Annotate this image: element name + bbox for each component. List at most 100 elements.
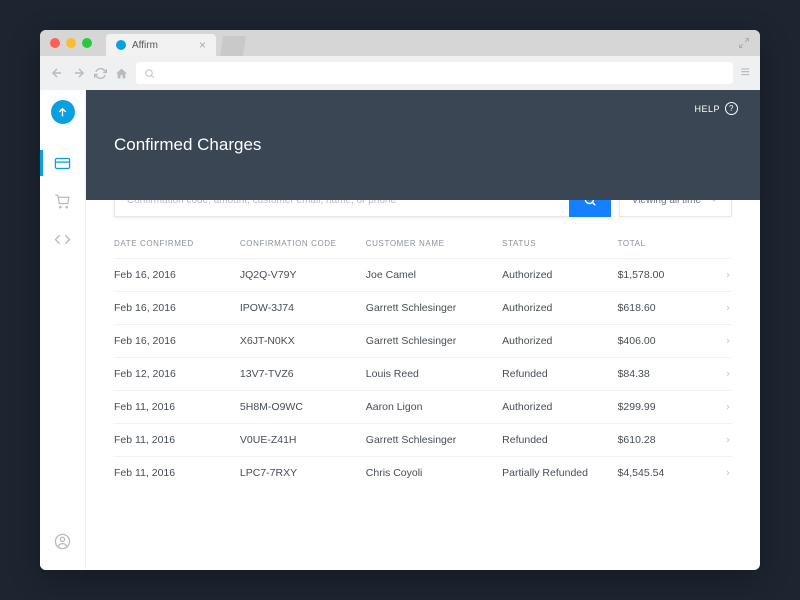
sidebar-item-account[interactable]	[40, 524, 85, 558]
cell-date: Feb 11, 2016	[114, 467, 240, 479]
cell-total: $610.28	[618, 434, 712, 446]
chevron-right-icon	[724, 370, 732, 378]
cell-date: Feb 11, 2016	[114, 434, 240, 446]
cell-status: Partially Refunded	[502, 467, 617, 479]
browser-toolbar: ≡	[40, 56, 760, 90]
tab-title: Affirm	[132, 40, 158, 51]
cell-date: Feb 11, 2016	[114, 401, 240, 413]
table-row[interactable]: Feb 11, 2016LPC7-7RXYChris CoyoliPartial…	[114, 456, 732, 489]
cell-date: Feb 12, 2016	[114, 368, 240, 380]
chevron-down-icon	[709, 200, 719, 205]
cell-total: $406.00	[618, 335, 712, 347]
cell-date: Feb 16, 2016	[114, 302, 240, 314]
controls-row: Viewing all time	[114, 200, 732, 217]
search-input[interactable]	[114, 200, 569, 217]
col-name: CUSTOMER NAME	[366, 239, 502, 248]
content: Viewing all time DATE CONFIRMED CONFIRMA…	[86, 200, 760, 570]
cell-total: $299.99	[618, 401, 712, 413]
chevron-right-icon	[724, 436, 732, 444]
cell-status: Authorized	[502, 302, 617, 314]
table-row[interactable]: Feb 16, 2016X6JT-N0KXGarrett Schlesinger…	[114, 324, 732, 357]
expand-icon[interactable]	[738, 37, 750, 49]
window-controls	[50, 38, 92, 48]
cell-status: Refunded	[502, 368, 617, 380]
search-button[interactable]	[569, 200, 611, 217]
table-row[interactable]: Feb 11, 20165H8M-O9WCAaron LigonAuthoriz…	[114, 390, 732, 423]
cell-code: X6JT-N0KX	[240, 335, 366, 347]
new-tab-button[interactable]	[220, 36, 246, 56]
chevron-right-icon	[724, 304, 732, 312]
address-bar[interactable]	[136, 62, 733, 84]
cell-name: Louis Reed	[366, 368, 502, 380]
minimize-window-icon[interactable]	[66, 38, 76, 48]
credit-card-icon	[54, 155, 71, 172]
menu-icon[interactable]: ≡	[741, 64, 750, 82]
logo-icon	[56, 106, 69, 119]
cell-name: Garrett Schlesinger	[366, 302, 502, 314]
cell-code: JQ2Q-V79Y	[240, 269, 366, 281]
chevron-right-icon	[724, 337, 732, 345]
col-code: CONFIRMATION CODE	[240, 239, 366, 248]
charges-table: DATE CONFIRMED CONFIRMATION CODE CUSTOME…	[114, 239, 732, 489]
user-icon	[54, 533, 71, 550]
help-link[interactable]: HELP ?	[694, 102, 738, 115]
app-body: Confirmed Charges HELP ? Viewing all ti	[40, 90, 760, 570]
cell-code: 13V7-TVZ6	[240, 368, 366, 380]
tabstrip: Affirm ×	[106, 30, 246, 56]
cell-total: $618.60	[618, 302, 712, 314]
cell-status: Authorized	[502, 269, 617, 281]
close-window-icon[interactable]	[50, 38, 60, 48]
sidebar-item-charges[interactable]	[40, 146, 85, 180]
reload-icon[interactable]	[94, 67, 107, 80]
sidebar-item-code[interactable]	[40, 222, 85, 256]
chevron-right-icon	[724, 469, 732, 477]
browser-tab[interactable]: Affirm ×	[106, 34, 216, 56]
search-wrap	[114, 200, 611, 217]
cell-code: LPC7-7RXY	[240, 467, 366, 479]
cell-code: IPOW-3J74	[240, 302, 366, 314]
cell-status: Refunded	[502, 434, 617, 446]
forward-icon[interactable]	[72, 66, 86, 80]
table-row[interactable]: Feb 12, 201613V7-TVZ6Louis ReedRefunded$…	[114, 357, 732, 390]
cell-name: Chris Coyoli	[366, 467, 502, 479]
cell-total: $1,578.00	[618, 269, 712, 281]
sidebar-item-cart[interactable]	[40, 184, 85, 218]
close-tab-icon[interactable]: ×	[199, 38, 206, 52]
cell-date: Feb 16, 2016	[114, 269, 240, 281]
filter-label: Viewing all time	[632, 200, 701, 206]
titlebar: Affirm ×	[40, 30, 760, 56]
home-icon[interactable]	[115, 67, 128, 80]
table-row[interactable]: Feb 16, 2016IPOW-3J74Garrett Schlesinger…	[114, 291, 732, 324]
cell-code: 5H8M-O9WC	[240, 401, 366, 413]
time-filter[interactable]: Viewing all time	[619, 200, 732, 217]
help-icon: ?	[725, 102, 738, 115]
maximize-window-icon[interactable]	[82, 38, 92, 48]
chevron-right-icon	[724, 271, 732, 279]
col-status: STATUS	[502, 239, 617, 248]
main: Confirmed Charges HELP ? Viewing all ti	[86, 90, 760, 570]
search-icon	[144, 68, 155, 79]
cell-total: $84.38	[618, 368, 712, 380]
search-icon	[583, 200, 597, 207]
col-date: DATE CONFIRMED	[114, 239, 240, 248]
chevron-right-icon	[724, 403, 732, 411]
page-title: Confirmed Charges	[114, 135, 261, 155]
favicon-icon	[116, 40, 126, 50]
help-label: HELP	[694, 104, 720, 114]
code-icon	[54, 231, 71, 248]
page-header: Confirmed Charges HELP ?	[86, 90, 760, 200]
col-total: TOTAL	[618, 239, 712, 248]
cell-total: $4,545.54	[618, 467, 712, 479]
cell-date: Feb 16, 2016	[114, 335, 240, 347]
app-logo[interactable]	[51, 100, 75, 124]
back-icon[interactable]	[50, 66, 64, 80]
cell-name: Garrett Schlesinger	[366, 434, 502, 446]
cell-code: V0UE-Z41H	[240, 434, 366, 446]
table-row[interactable]: Feb 16, 2016JQ2Q-V79YJoe CamelAuthorized…	[114, 258, 732, 291]
cart-icon	[54, 193, 71, 210]
cell-status: Authorized	[502, 335, 617, 347]
table-header: DATE CONFIRMED CONFIRMATION CODE CUSTOME…	[114, 239, 732, 258]
table-row[interactable]: Feb 11, 2016V0UE-Z41HGarrett Schlesinger…	[114, 423, 732, 456]
cell-name: Aaron Ligon	[366, 401, 502, 413]
browser-window: Affirm × ≡	[40, 30, 760, 570]
